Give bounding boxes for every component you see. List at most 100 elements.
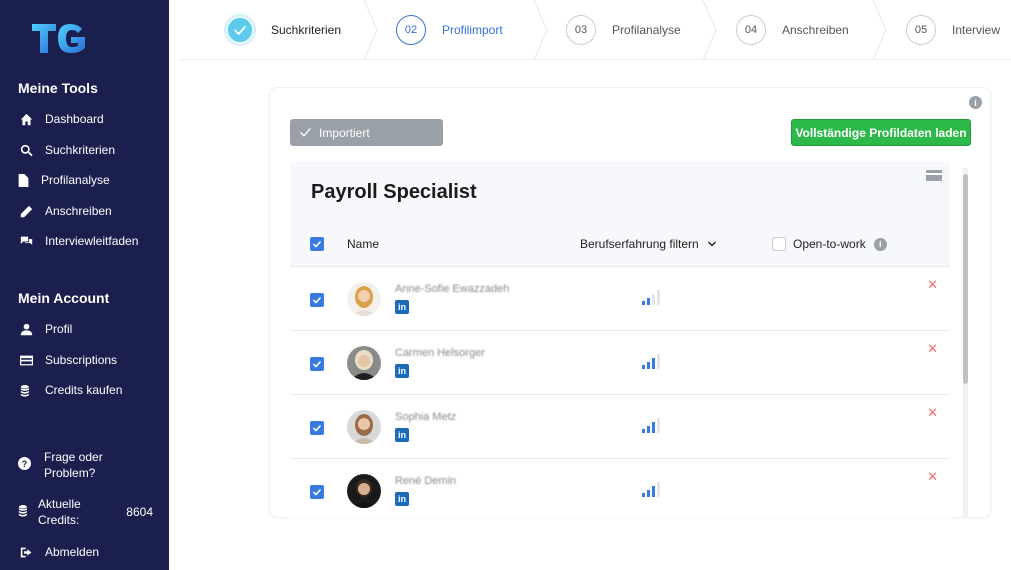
sidebar-item-suchkriterien[interactable]: Suchkriterien: [18, 140, 115, 160]
step-label: Profilanalyse: [612, 23, 681, 37]
job-title: Payroll Specialist: [311, 181, 477, 203]
step-number: 02: [396, 15, 426, 45]
sidebar: Meine Tools Dashboard Suchkriterien Prof…: [0, 0, 169, 570]
help-link[interactable]: ? Frage oder Problem?: [18, 449, 103, 481]
step-interview[interactable]: 05 Interview: [906, 0, 1000, 60]
home-icon: [18, 112, 34, 126]
logo[interactable]: [30, 20, 90, 56]
avatar: [347, 282, 381, 316]
step-number: 03: [566, 15, 596, 45]
help-line-2: Problem?: [44, 466, 96, 480]
experience-level-bars: [642, 481, 668, 497]
avatar: [347, 410, 381, 444]
logout-icon: [18, 545, 34, 559]
step-label: Anschreiben: [782, 23, 849, 37]
check-icon: [300, 128, 311, 137]
svg-text:?: ?: [22, 459, 27, 469]
question-circle-icon: ?: [18, 449, 34, 481]
select-all-checkbox[interactable]: [310, 237, 324, 251]
logout-label: Abmelden: [45, 545, 100, 559]
open-to-work-filter[interactable]: Open-to-work i: [772, 237, 887, 251]
info-icon[interactable]: i: [969, 96, 982, 109]
chat-icon: [18, 234, 34, 248]
tools-section-title: Meine Tools: [18, 80, 98, 96]
imported-button[interactable]: Importiert: [290, 119, 443, 146]
remove-icon[interactable]: ✕: [927, 341, 938, 357]
credits-label: Aktuelle Credits:: [38, 496, 81, 528]
step-profilimport[interactable]: 02 Profilimport: [396, 0, 503, 60]
logout-link[interactable]: Abmelden: [18, 542, 99, 562]
credit-card-icon: [18, 353, 34, 367]
sidebar-item-credits-kaufen[interactable]: Credits kaufen: [18, 380, 122, 400]
sidebar-item-anschreiben[interactable]: Anschreiben: [18, 201, 112, 221]
linkedin-icon[interactable]: in: [395, 428, 409, 442]
load-full-profiles-button[interactable]: Vollständige Profildaten laden: [791, 119, 971, 146]
sidebar-item-dashboard[interactable]: Dashboard: [18, 109, 104, 129]
search-icon: [18, 143, 34, 157]
candidate-name[interactable]: Anne-Sofie Ewazzadeh: [395, 283, 509, 295]
sidebar-item-profilanalyse[interactable]: Profilanalyse: [18, 170, 110, 190]
experience-level-bars: [642, 353, 668, 369]
sidebar-item-label: Profil: [45, 322, 73, 336]
chevron-right-icon: [533, 0, 548, 60]
chevron-down-icon: [707, 241, 716, 247]
avatar: [347, 474, 381, 508]
sidebar-item-profil[interactable]: Profil: [18, 319, 72, 339]
progress-stepper: Suchkriterien 02 Profilimport 03 Profila…: [180, 0, 1011, 60]
credits-value: 8604: [126, 505, 153, 519]
profile-import-card: i Importiert Vollständige Profildaten la…: [269, 87, 991, 518]
candidate-table: Payroll Specialist Name Berufserfahrung …: [290, 161, 950, 518]
table-row[interactable]: Anne-Sofie Ewazzadeh in ✕: [290, 266, 950, 330]
credit-card-icon[interactable]: [926, 170, 942, 181]
credits-display: Aktuelle Credits: 8604: [18, 496, 153, 528]
scroll-thumb[interactable]: [963, 174, 968, 384]
table-header: Payroll Specialist Name Berufserfahrung …: [290, 161, 950, 266]
chevron-right-icon: [872, 0, 887, 60]
remove-icon[interactable]: ✕: [927, 469, 938, 485]
row-checkbox[interactable]: [310, 421, 324, 435]
chevron-right-icon: [363, 0, 378, 60]
step-label: Suchkriterien: [271, 23, 342, 37]
step-anschreiben[interactable]: 04 Anschreiben: [736, 0, 849, 60]
row-checkbox[interactable]: [310, 357, 324, 371]
candidate-name[interactable]: Carmen Helsorger: [395, 347, 485, 359]
sidebar-item-interviewleitfaden[interactable]: Interviewleitfaden: [18, 231, 138, 251]
sidebar-item-label: Profilanalyse: [41, 173, 110, 187]
check-circle-icon: [225, 15, 255, 45]
linkedin-icon[interactable]: in: [395, 492, 409, 506]
sidebar-item-label: Credits kaufen: [45, 383, 123, 397]
step-suchkriterien[interactable]: Suchkriterien: [225, 0, 341, 60]
experience-filter-dropdown[interactable]: Berufserfahrung filtern: [580, 237, 717, 251]
info-icon[interactable]: i: [873, 237, 887, 251]
table-row[interactable]: Sophia Metz in ✕: [290, 394, 950, 458]
column-header-name[interactable]: Name: [347, 237, 379, 251]
row-checkbox[interactable]: [310, 485, 324, 499]
table-row[interactable]: Carmen Helsorger in ✕: [290, 330, 950, 394]
remove-icon[interactable]: ✕: [927, 277, 938, 293]
table-scrollbar[interactable]: [960, 168, 970, 518]
step-profilanalyse[interactable]: 03 Profilanalyse: [566, 0, 681, 60]
open-to-work-label: Open-to-work: [793, 237, 866, 251]
user-icon: [18, 322, 34, 336]
sidebar-item-label: Dashboard: [45, 112, 104, 126]
step-label: Profilimport: [442, 23, 503, 37]
help-text: Frage oder Problem?: [44, 449, 103, 481]
linkedin-icon[interactable]: in: [395, 300, 409, 314]
step-number: 05: [906, 15, 936, 45]
sidebar-item-label: Subscriptions: [45, 353, 118, 367]
credits-line-1: Aktuelle: [38, 497, 81, 511]
row-checkbox[interactable]: [310, 293, 324, 307]
sidebar-item-label: Anschreiben: [45, 204, 112, 218]
linkedin-icon[interactable]: in: [395, 364, 409, 378]
sidebar-item-label: Suchkriterien: [45, 143, 116, 157]
sidebar-item-subscriptions[interactable]: Subscriptions: [18, 350, 117, 370]
imported-label: Importiert: [319, 125, 370, 140]
coins-icon: [18, 504, 34, 521]
candidate-name[interactable]: René Demin: [395, 475, 456, 487]
candidate-name[interactable]: Sophia Metz: [395, 411, 456, 423]
file-icon: [18, 173, 29, 187]
step-number: 04: [736, 15, 766, 45]
table-row[interactable]: René Demin in ✕: [290, 458, 950, 518]
experience-level-bars: [642, 417, 668, 433]
remove-icon[interactable]: ✕: [927, 405, 938, 421]
